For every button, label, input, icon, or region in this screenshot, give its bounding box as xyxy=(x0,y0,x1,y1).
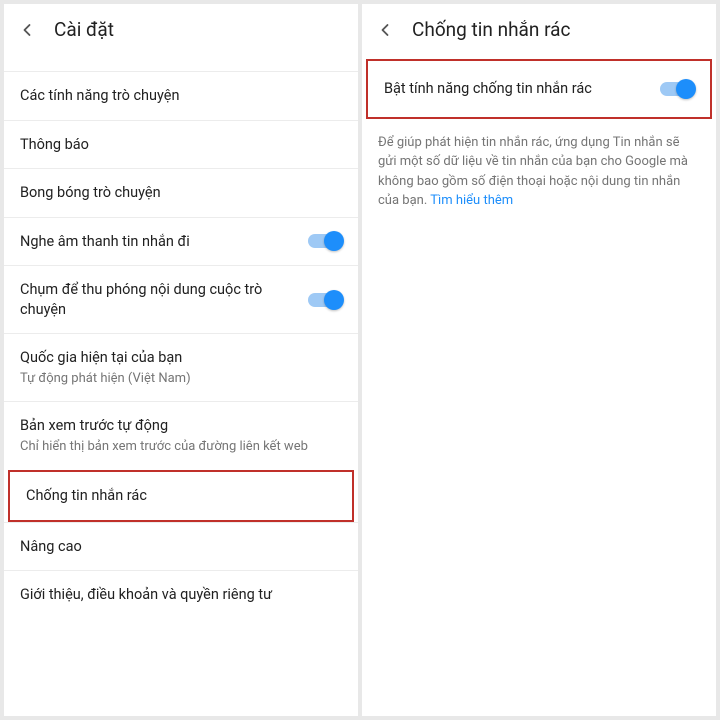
header: Chống tin nhắn rác xyxy=(362,4,716,53)
item-label: Nâng cao xyxy=(20,537,342,557)
back-icon[interactable] xyxy=(374,19,396,41)
toggle-switch[interactable] xyxy=(308,234,342,248)
item-outgoing-sound[interactable]: Nghe âm thanh tin nhắn đi xyxy=(4,217,358,266)
description-text: Để giúp phát hiện tin nhắn rác, ứng dụng… xyxy=(378,135,688,209)
item-pinch-zoom[interactable]: Chụm để thu phóng nội dung cuộc trò chuy… xyxy=(4,265,358,333)
item-label: Các tính năng trò chuyện xyxy=(20,86,342,106)
learn-more-link[interactable]: Tìm hiểu thêm xyxy=(430,193,513,208)
item-sublabel: Chỉ hiển thị bản xem trước của đường liê… xyxy=(20,438,342,456)
item-label: Bản xem trước tự động xyxy=(20,416,342,436)
item-chat-bubbles[interactable]: Bong bóng trò chuyện xyxy=(4,168,358,217)
item-label: Giới thiệu, điều khoản và quyền riêng tư xyxy=(20,585,342,605)
spam-protection-screen: Chống tin nhắn rác Bật tính năng chống t… xyxy=(362,4,716,716)
description-block: Để giúp phát hiện tin nhắn rác, ứng dụng… xyxy=(362,119,716,225)
item-label: Quốc gia hiện tại của bạn xyxy=(20,348,342,368)
item-label: Chụm để thu phóng nội dung cuộc trò chuy… xyxy=(20,280,298,319)
highlighted-spam-protection: Chống tin nhắn rác xyxy=(8,470,354,522)
item-advanced[interactable]: Nâng cao xyxy=(4,522,358,571)
back-icon[interactable] xyxy=(16,19,38,41)
settings-screen: Cài đặt Các tính năng trò chuyện Thông b… xyxy=(4,4,358,716)
item-current-country[interactable]: Quốc gia hiện tại của bạn Tự động phát h… xyxy=(4,333,358,401)
toggle-switch[interactable] xyxy=(308,293,342,307)
item-sublabel: Tự động phát hiện (Việt Nam) xyxy=(20,370,342,388)
item-spam-protection[interactable]: Chống tin nhắn rác xyxy=(10,472,352,520)
item-label: Thông báo xyxy=(20,135,342,155)
header: Cài đặt xyxy=(4,4,358,53)
highlighted-enable-spam: Bật tính năng chống tin nhắn rác xyxy=(366,59,712,119)
item-about-terms-privacy[interactable]: Giới thiệu, điều khoản và quyền riêng tư xyxy=(4,570,358,619)
item-notifications[interactable]: Thông báo xyxy=(4,120,358,169)
item-auto-preview[interactable]: Bản xem trước tự động Chỉ hiển thị bản x… xyxy=(4,401,358,469)
item-label: Bật tính năng chống tin nhắn rác xyxy=(384,79,650,99)
item-label: Chống tin nhắn rác xyxy=(26,486,336,506)
page-title: Chống tin nhắn rác xyxy=(412,18,570,41)
item-enable-spam-protection[interactable]: Bật tính năng chống tin nhắn rác xyxy=(368,61,710,117)
item-label: Nghe âm thanh tin nhắn đi xyxy=(20,232,298,252)
page-title: Cài đặt xyxy=(54,18,114,41)
toggle-switch[interactable] xyxy=(660,82,694,96)
item-chat-features[interactable]: Các tính năng trò chuyện xyxy=(4,71,358,120)
item-label: Bong bóng trò chuyện xyxy=(20,183,342,203)
